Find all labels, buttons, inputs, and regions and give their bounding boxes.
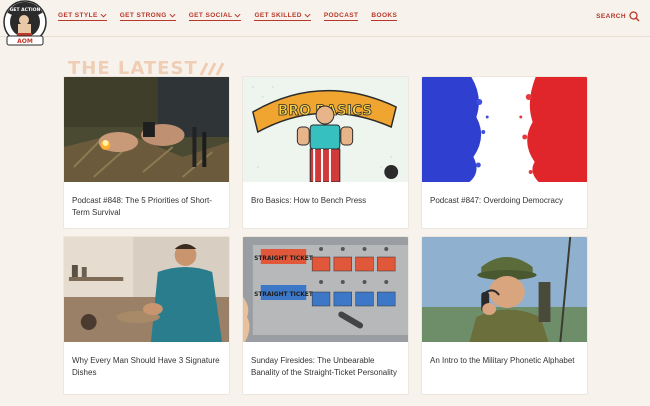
slash-decoration <box>199 62 225 76</box>
chevron-down-icon <box>100 13 107 18</box>
svg-text:STRAIGHT TICKET: STRAIGHT TICKET <box>254 255 314 262</box>
article-title[interactable]: Why Every Man Should Have 3 Signature Di… <box>64 342 229 388</box>
article-thumbnail[interactable] <box>422 237 587 342</box>
nav-label: PODCAST <box>323 12 359 19</box>
nav-label: GET SOCIAL <box>188 12 233 19</box>
svg-text:AOM: AOM <box>17 38 33 45</box>
article-card[interactable]: BRO BASICS Bro Basics: How to Bench Pres… <box>242 76 409 229</box>
article-thumbnail[interactable]: BRO BASICS <box>243 77 408 182</box>
nav-books[interactable]: BOOKS <box>371 12 398 21</box>
search-icon <box>629 11 640 22</box>
article-card[interactable]: An Intro to the Military Phonetic Alphab… <box>421 236 588 395</box>
nav-label: GET STRONG <box>119 12 167 19</box>
nav-label: BOOKS <box>371 12 398 19</box>
nav-get-style[interactable]: GET STYLE <box>58 12 107 21</box>
aom-logo[interactable]: GET ACTION AOM <box>2 0 48 48</box>
nav-label: GET STYLE <box>58 12 98 19</box>
search-button[interactable]: SEARCH <box>596 11 640 22</box>
article-thumbnail[interactable]: STRAIGHT TICKET STRAIGHT TICKET <box>243 237 408 342</box>
article-title[interactable]: Podcast #848: The 5 Priorities of Short-… <box>64 182 229 228</box>
chevron-down-icon <box>234 13 241 18</box>
article-title[interactable]: An Intro to the Military Phonetic Alphab… <box>422 342 587 388</box>
nav-get-strong[interactable]: GET STRONG <box>119 12 176 21</box>
nav-get-skilled[interactable]: GET SKILLED <box>254 12 311 21</box>
article-thumbnail[interactable] <box>64 77 229 182</box>
site-header: GET ACTION AOM GET STYLE GET STRONG GET … <box>0 0 650 46</box>
article-thumbnail[interactable] <box>64 237 229 342</box>
nav-label: GET SKILLED <box>254 12 302 19</box>
article-title[interactable]: Bro Basics: How to Bench Press <box>243 182 408 228</box>
chevron-down-icon <box>169 13 176 18</box>
main-nav: GET STYLE GET STRONG GET SOCIAL GET SKIL… <box>58 12 410 21</box>
article-card[interactable]: Podcast #847: Overdoing Democracy <box>421 76 588 229</box>
svg-text:GET ACTION: GET ACTION <box>10 7 41 13</box>
article-grid: Podcast #848: The 5 Priorities of Short-… <box>63 76 588 395</box>
article-title[interactable]: Sunday Firesides: The Unbearable Banalit… <box>243 342 408 394</box>
nav-podcast[interactable]: PODCAST <box>323 12 359 21</box>
article-card[interactable]: STRAIGHT TICKET STRAIGHT TICKET Sunday F… <box>242 236 409 395</box>
chevron-down-icon <box>304 13 311 18</box>
article-card[interactable]: Why Every Man Should Have 3 Signature Di… <box>63 236 230 395</box>
nav-get-social[interactable]: GET SOCIAL <box>188 12 242 21</box>
svg-text:STRAIGHT TICKET: STRAIGHT TICKET <box>254 291 314 298</box>
article-card[interactable]: Podcast #848: The 5 Priorities of Short-… <box>63 76 230 229</box>
search-label: SEARCH <box>596 13 626 20</box>
article-thumbnail[interactable] <box>422 77 587 182</box>
article-title[interactable]: Podcast #847: Overdoing Democracy <box>422 182 587 228</box>
